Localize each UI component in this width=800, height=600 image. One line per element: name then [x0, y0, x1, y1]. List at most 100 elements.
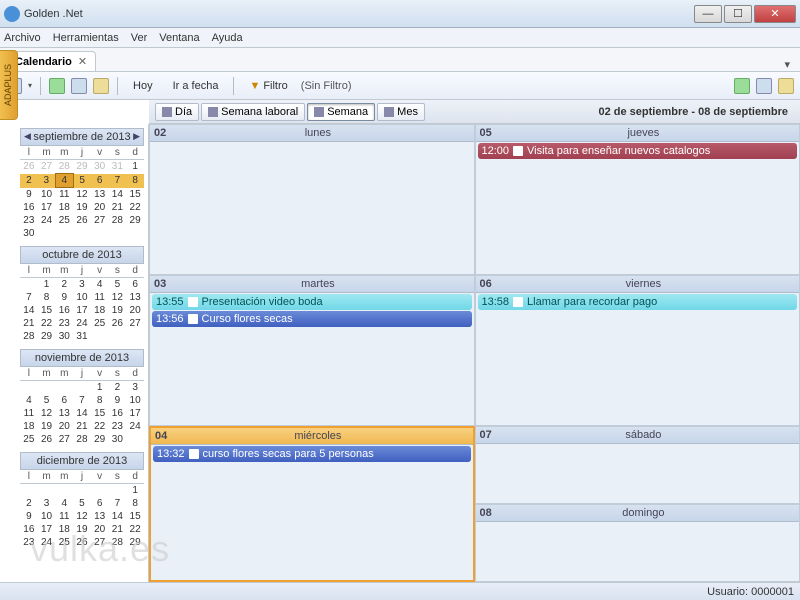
minical-day[interactable]: 17 [38, 523, 56, 536]
refresh-icon[interactable] [734, 78, 750, 94]
minical-day[interactable]: 27 [126, 317, 144, 330]
minical-day[interactable]: 30 [20, 227, 38, 240]
minical-day[interactable]: 9 [20, 510, 38, 523]
minical-day[interactable]: 31 [73, 330, 91, 343]
minical-day[interactable]: 7 [109, 174, 127, 188]
minical-day[interactable]: 20 [55, 420, 73, 433]
minical-day[interactable]: 4 [91, 278, 109, 292]
minical-day[interactable]: 19 [38, 420, 56, 433]
minical-day[interactable]: 7 [109, 497, 127, 510]
minical-day[interactable]: 6 [55, 394, 73, 407]
minical-day[interactable]: 6 [126, 278, 144, 292]
minical-day[interactable]: 19 [73, 523, 91, 536]
minical-day[interactable]: 23 [109, 420, 127, 433]
minical-day[interactable]: 1 [126, 484, 144, 498]
minical-day[interactable]: 17 [73, 304, 91, 317]
event-presentacion[interactable]: 13:55Presentación video boda [152, 294, 472, 310]
minical-day[interactable]: 14 [20, 304, 38, 317]
minical-day[interactable]: 29 [38, 330, 56, 343]
minical-header[interactable]: octubre de 2013 [20, 246, 144, 264]
minical-day[interactable]: 17 [38, 201, 56, 214]
minical-day[interactable]: 16 [20, 523, 38, 536]
minical-day[interactable]: 22 [126, 201, 144, 214]
tab-calendario[interactable]: Calendario ✕ [6, 51, 96, 71]
minical-day[interactable]: 10 [38, 188, 56, 202]
minical-day[interactable]: 3 [38, 497, 56, 510]
minical-day[interactable]: 13 [91, 510, 109, 523]
minical-day[interactable]: 18 [55, 523, 73, 536]
minical-day[interactable]: 29 [126, 536, 144, 549]
minical-day[interactable]: 15 [126, 510, 144, 523]
minical-day[interactable]: 8 [126, 497, 144, 510]
minical-day[interactable]: 15 [38, 304, 56, 317]
minical-day[interactable]: 26 [73, 214, 91, 227]
minical-day[interactable]: 30 [91, 160, 109, 174]
minical-day[interactable]: 27 [91, 536, 109, 549]
minical-day[interactable]: 22 [38, 317, 56, 330]
prev-month-icon[interactable]: ◀ [24, 131, 31, 142]
tab-close-icon[interactable]: ✕ [78, 55, 87, 68]
minimize-button[interactable]: — [694, 5, 722, 23]
minical-day[interactable]: 1 [126, 160, 144, 174]
minical-day[interactable]: 24 [38, 214, 56, 227]
minical-day[interactable]: 12 [38, 407, 56, 420]
minical-day[interactable]: 31 [109, 160, 127, 174]
minical-day[interactable]: 21 [109, 523, 127, 536]
minical-day[interactable]: 23 [20, 214, 38, 227]
minical-day[interactable]: 19 [73, 201, 91, 214]
minical-day[interactable]: 17 [126, 407, 144, 420]
print-icon[interactable] [49, 78, 65, 94]
event-curso-5personas[interactable]: 13:32curso flores secas para 5 personas [153, 446, 471, 462]
day-sun[interactable]: 08domingo [475, 504, 800, 582]
minical-day[interactable]: 14 [109, 188, 127, 202]
event-curso-flores[interactable]: 13:56Curso flores secas [152, 311, 472, 327]
minical-day[interactable]: 2 [20, 497, 38, 510]
minical-day[interactable]: 28 [109, 214, 127, 227]
minical-day[interactable]: 24 [126, 420, 144, 433]
day-mon[interactable]: 02lunes [149, 124, 475, 275]
minical-day[interactable]: 11 [55, 188, 73, 202]
minical-day[interactable]: 15 [91, 407, 109, 420]
minical-day[interactable]: 23 [20, 536, 38, 549]
minical-day[interactable]: 20 [126, 304, 144, 317]
minical-day[interactable]: 7 [20, 291, 38, 304]
minical-day[interactable]: 9 [55, 291, 73, 304]
view-month-button[interactable]: Mes [377, 103, 425, 121]
minical-day[interactable]: 18 [20, 420, 38, 433]
minical-day[interactable]: 16 [109, 407, 127, 420]
minical-day[interactable]: 10 [73, 291, 91, 304]
minical-day[interactable]: 3 [73, 278, 91, 292]
view-week-button[interactable]: Semana [307, 103, 375, 121]
minical-day[interactable]: 10 [126, 394, 144, 407]
minical-day[interactable]: 3 [38, 174, 56, 188]
minical-day[interactable]: 2 [55, 278, 73, 292]
minical-day[interactable]: 18 [55, 201, 73, 214]
minical-day[interactable]: 21 [20, 317, 38, 330]
minical-day[interactable]: 21 [109, 201, 127, 214]
minical-day[interactable]: 11 [20, 407, 38, 420]
minical-day[interactable]: 13 [55, 407, 73, 420]
minical-day[interactable]: 24 [73, 317, 91, 330]
filter-button[interactable]: ▼ Filtro [242, 77, 294, 95]
minical-day[interactable]: 5 [38, 394, 56, 407]
minical-day[interactable]: 15 [126, 188, 144, 202]
day-tue[interactable]: 03martes 13:55Presentación video boda 13… [149, 275, 475, 426]
settings-icon[interactable] [778, 78, 794, 94]
minical-day[interactable]: 26 [38, 433, 56, 446]
view-workweek-button[interactable]: Semana laboral [201, 103, 305, 121]
minical-day[interactable]: 8 [91, 394, 109, 407]
minical-day[interactable]: 1 [91, 381, 109, 395]
minical-day[interactable]: 16 [20, 201, 38, 214]
minical-day[interactable]: 5 [109, 278, 127, 292]
day-wed[interactable]: 04miércoles 13:32curso flores secas para… [149, 426, 475, 582]
minical-header[interactable]: ◀septiembre de 2013▶ [20, 128, 144, 146]
minical-day[interactable]: 29 [73, 160, 91, 174]
minical-day[interactable]: 4 [55, 497, 73, 510]
minical-day[interactable]: 13 [126, 291, 144, 304]
minical-day[interactable]: 2 [20, 174, 38, 188]
minical-day[interactable]: 3 [126, 381, 144, 395]
minical-day[interactable]: 28 [109, 536, 127, 549]
day-sat[interactable]: 07sábado [475, 426, 800, 504]
export-icon[interactable] [756, 78, 772, 94]
minical-day[interactable]: 28 [55, 160, 73, 174]
